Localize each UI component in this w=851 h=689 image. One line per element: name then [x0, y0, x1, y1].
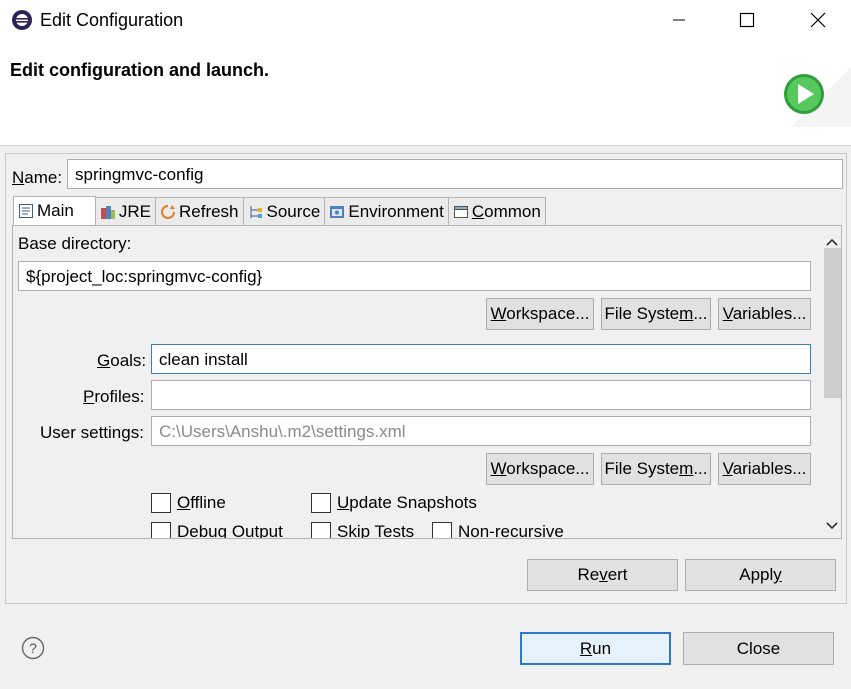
main-tab-content: Base directory: ${project_loc:springmvc-… [12, 225, 842, 539]
name-input[interactable]: springmvc-config [67, 159, 843, 189]
close-icon [810, 12, 826, 28]
header-title: Edit configuration and launch. [10, 60, 269, 80]
dialog-header: Edit configuration and launch. [0, 40, 851, 146]
maximize-icon [739, 12, 755, 28]
tab-jre[interactable]: JRE [94, 197, 156, 226]
non-recursive-label: Non-recursive [458, 522, 564, 539]
window-title: Edit Configuration [40, 10, 184, 30]
configuration-panel: Name: springmvc-config Main JRE Refresh … [5, 153, 847, 604]
main-tab-icon [18, 203, 34, 219]
skip-tests-checkbox-row[interactable]: Skip Tests [311, 522, 415, 539]
tab-jre-label: JRE [118, 202, 151, 221]
common-icon [453, 204, 469, 220]
vertical-scrollbar[interactable] [821, 226, 841, 538]
base-file-system-button[interactable]: File System... [601, 298, 711, 330]
offline-label: Offline [177, 493, 226, 512]
non-recursive-checkbox[interactable] [432, 522, 452, 538]
tab-source[interactable]: Source [242, 197, 326, 226]
offline-checkbox[interactable] [151, 493, 171, 513]
chevron-up-icon [826, 238, 838, 246]
tab-main-label: Main [37, 201, 74, 220]
base-directory-input[interactable]: ${project_loc:springmvc-config} [18, 261, 811, 291]
non-recursive-checkbox-row[interactable]: Non-recursive [432, 522, 564, 539]
goals-input[interactable]: clean install [151, 344, 811, 374]
settings-file-system-button[interactable]: File System... [601, 453, 711, 485]
svg-text:?: ? [29, 640, 37, 656]
offline-checkbox-row[interactable]: Offline [151, 493, 226, 513]
debug-output-label: Debug Output [177, 522, 283, 539]
update-snapshots-checkbox-row[interactable]: Update Snapshots [311, 493, 477, 513]
environment-icon [329, 204, 345, 220]
chevron-down-icon [826, 522, 838, 530]
skip-tests-checkbox[interactable] [311, 522, 331, 538]
scroll-down-arrow[interactable] [826, 516, 838, 536]
settings-variables-button[interactable]: Variables... [718, 453, 811, 485]
tab-refresh[interactable]: Refresh [154, 197, 244, 226]
name-label: Name: [12, 168, 63, 187]
jre-icon [100, 204, 116, 220]
base-directory-label: Base directory: [18, 234, 132, 253]
tab-common-label: Common [471, 202, 541, 221]
tab-main[interactable]: Main [13, 196, 96, 226]
tab-environment-label: Environment [348, 202, 444, 221]
update-snapshots-checkbox[interactable] [311, 493, 331, 513]
settings-workspace-button[interactable]: Workspace... [486, 453, 594, 485]
user-settings-label: User settings: [40, 423, 144, 442]
title-bar: Edit Configuration [0, 0, 851, 40]
eclipse-app-icon [11, 9, 33, 31]
apply-button[interactable]: Apply [685, 559, 836, 591]
close-window-button[interactable] [795, 0, 841, 40]
tab-refresh-label: Refresh [178, 202, 239, 221]
edit-configuration-dialog: Edit Configuration Edit configuration an… [0, 0, 851, 689]
config-tabs: Main JRE Refresh Source Environment Comm… [13, 196, 546, 226]
base-variables-button[interactable]: Variables... [718, 298, 811, 330]
tab-environment[interactable]: Environment [324, 197, 449, 226]
minimize-button[interactable] [656, 0, 702, 40]
tab-common[interactable]: Common [447, 197, 546, 226]
user-settings-input[interactable]: C:\Users\Anshu\.m2\settings.xml [151, 416, 811, 446]
scroll-thumb[interactable] [824, 248, 841, 398]
minimize-icon [673, 19, 685, 21]
base-workspace-button[interactable]: Workspace... [486, 298, 594, 330]
help-icon[interactable]: ? [21, 636, 45, 660]
goals-label: Goals: [97, 351, 147, 370]
run-launch-icon [781, 57, 851, 127]
revert-button[interactable]: Revert [527, 559, 678, 591]
profiles-label: Profiles: [83, 387, 145, 406]
debug-output-checkbox-row[interactable]: Debug Output [151, 522, 283, 539]
update-snapshots-label: Update Snapshots [337, 493, 477, 512]
skip-tests-label: Skip Tests [337, 522, 415, 539]
source-icon [248, 204, 264, 220]
maximize-button[interactable] [724, 0, 770, 40]
tab-source-label: Source [266, 202, 321, 221]
run-button[interactable]: Run [520, 632, 671, 665]
refresh-icon [160, 204, 176, 220]
debug-output-checkbox[interactable] [151, 522, 171, 538]
profiles-input[interactable] [151, 380, 811, 410]
close-button[interactable]: Close [683, 632, 834, 665]
